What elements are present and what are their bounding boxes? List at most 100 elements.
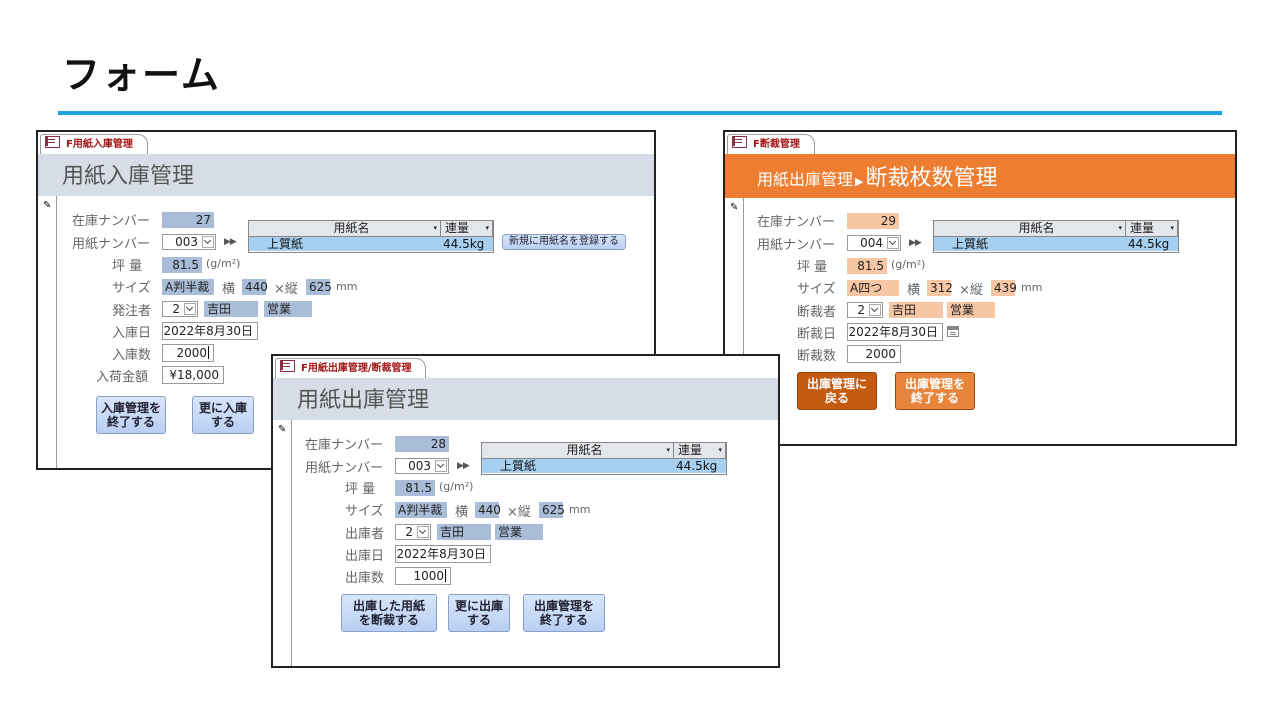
back-to-shipping-button[interactable]: 出庫管理に 戻る [797, 372, 877, 410]
paper-no-combo[interactable]: 004 [847, 235, 901, 251]
subform-header: 用紙名 ▾ 連量 ▾ [249, 221, 493, 237]
height-value[interactable]: 439 [991, 280, 1017, 296]
paper-no-combo[interactable]: 003 [162, 234, 216, 250]
tsubo-value[interactable]: 81.5 [162, 257, 202, 273]
label-size: サイズ [112, 281, 151, 296]
size-name-value[interactable]: A判半裁 [162, 279, 214, 295]
ship-more-button[interactable]: 更に出庫 する [448, 594, 510, 632]
chevron-down-icon[interactable] [887, 237, 899, 249]
stock-no-value[interactable]: 29 [847, 213, 899, 229]
cell-weight: 44.5kg [676, 459, 718, 473]
date-field[interactable]: 2022年8月30日 [847, 323, 943, 341]
chevron-down-icon[interactable] [869, 304, 881, 316]
register-paper-button[interactable]: 新規に用紙名を登録する [502, 234, 626, 250]
column-header-name[interactable]: 用紙名 ▾ [496, 443, 674, 458]
form-tab[interactable]: F用紙出庫管理/断裁管理 [275, 358, 427, 379]
label-height: ×縦 [274, 282, 298, 297]
date-field[interactable]: 2022年8月30日 [162, 322, 258, 340]
subform-row[interactable]: 上質紙 44.5kg [934, 237, 1178, 251]
cutter-name[interactable]: 吉田 [889, 302, 943, 318]
record-selector[interactable]: ✎ [273, 420, 292, 666]
label-tsubo: 坪 量 [112, 259, 143, 274]
label-orderer: 発注者 [112, 304, 152, 319]
chevron-down-icon[interactable] [417, 526, 429, 538]
label-stock-no: 在庫ナンバー [757, 215, 836, 230]
chevron-down-icon: ▾ [666, 446, 670, 454]
label-date: 入庫日 [112, 326, 152, 341]
form-tab[interactable]: F用紙入庫管理 [40, 134, 148, 155]
label-tsubo: 坪 量 [797, 260, 828, 275]
form-header: 用紙出庫管理 ▶断裁枚数管理 [725, 154, 1235, 198]
column-header-name[interactable]: 用紙名 ▾ [948, 221, 1126, 236]
paper-subform: 用紙名 ▾ 連量 ▾ 上質紙 44.5kg [248, 220, 494, 253]
shipper-combo[interactable]: 2 [395, 524, 431, 540]
cell-paper-name: 上質紙 [500, 459, 537, 473]
height-value[interactable]: 625 [539, 502, 565, 518]
finish-shipping-button[interactable]: 出庫管理を 終了する [895, 372, 975, 410]
stock-no-value[interactable]: 28 [395, 436, 449, 452]
text-caret [445, 569, 446, 582]
chevron-down-icon[interactable] [184, 303, 196, 315]
qty-field[interactable]: 1000 [395, 567, 451, 585]
tsubo-value[interactable]: 81.5 [395, 480, 435, 496]
tsubo-value[interactable]: 81.5 [847, 258, 887, 274]
height-value[interactable]: 625 [306, 279, 332, 295]
chevron-down-icon: ▾ [485, 224, 489, 232]
amount-field[interactable]: ¥18,000 [162, 366, 224, 384]
orderer-name[interactable]: 吉田 [204, 301, 258, 317]
stock-no-value[interactable]: 27 [162, 212, 214, 228]
text-caret [208, 346, 209, 359]
label-stock-no: 在庫ナンバー [72, 214, 151, 229]
label-amount: 入荷金額 [96, 370, 149, 385]
width-value[interactable]: 312 [927, 280, 953, 296]
size-name-value[interactable]: A四つ [847, 280, 899, 296]
label-size: サイズ [345, 504, 384, 519]
chevron-down-icon: ▾ [433, 224, 437, 232]
form-title: 用紙出庫管理 [297, 388, 430, 413]
receive-more-button[interactable]: 更に入庫 する [192, 396, 254, 434]
pencil-icon: ✎ [43, 200, 52, 211]
orderer-dept[interactable]: 営業 [264, 301, 312, 317]
form-icon [45, 136, 60, 148]
paper-no-combo[interactable]: 003 [395, 458, 449, 474]
record-selector[interactable]: ✎ [38, 196, 57, 468]
tab-bar: F断裁管理 [725, 132, 1235, 155]
width-value[interactable]: 440 [242, 279, 268, 295]
date-field[interactable]: 2022年8月30日 [395, 545, 491, 563]
slide-title: フォーム [62, 53, 221, 97]
chevron-down-icon: ▾ [1170, 224, 1174, 232]
finish-receiving-button[interactable]: 入庫管理を 終了する [96, 396, 166, 434]
orderer-combo[interactable]: 2 [162, 301, 198, 317]
form-tab[interactable]: F断裁管理 [727, 134, 815, 155]
subform-header: 用紙名 ▾ 連量 ▾ [934, 221, 1178, 237]
width-value[interactable]: 440 [475, 502, 501, 518]
breadcrumb-arrow-icon: ▶ [855, 175, 864, 188]
breadcrumb-parent: 用紙出庫管理 [757, 170, 854, 189]
qty-field[interactable]: 2000 [847, 345, 901, 363]
column-header-name[interactable]: 用紙名 ▾ [263, 221, 441, 236]
cut-shipped-paper-button[interactable]: 出庫した用紙 を断裁する [341, 594, 437, 632]
cutter-dept[interactable]: 営業 [947, 302, 995, 318]
qty-field[interactable]: 2000 [162, 344, 214, 362]
label-shipper: 出庫者 [345, 527, 385, 542]
subform-row[interactable]: 上質紙 44.5kg [482, 459, 726, 473]
size-name-value[interactable]: A判半裁 [395, 502, 447, 518]
form-title: 用紙出庫管理 ▶断裁枚数管理 [757, 160, 998, 192]
finish-shipping-button[interactable]: 出庫管理を 終了する [523, 594, 605, 632]
arrows-icon: ▶▶ [909, 238, 922, 248]
label-height: ×縦 [959, 283, 983, 298]
size-unit: mm [1021, 281, 1043, 294]
column-header-weight[interactable]: 連量 ▾ [441, 221, 493, 236]
chevron-down-icon[interactable] [435, 460, 447, 472]
cutter-combo[interactable]: 2 [847, 302, 883, 318]
chevron-down-icon[interactable] [202, 236, 214, 248]
shipper-name[interactable]: 吉田 [437, 524, 491, 540]
column-header-weight[interactable]: 連量 ▾ [1126, 221, 1178, 236]
label-cutter: 断裁者 [797, 305, 837, 320]
calendar-icon[interactable] [947, 326, 959, 337]
label-stock-no: 在庫ナンバー [305, 438, 384, 453]
subform-row[interactable]: 上質紙 44.5kg [249, 237, 493, 251]
shipper-dept[interactable]: 営業 [495, 524, 543, 540]
column-header-weight[interactable]: 連量 ▾ [674, 443, 726, 458]
tsubo-unit: (g/m²) [439, 480, 474, 493]
